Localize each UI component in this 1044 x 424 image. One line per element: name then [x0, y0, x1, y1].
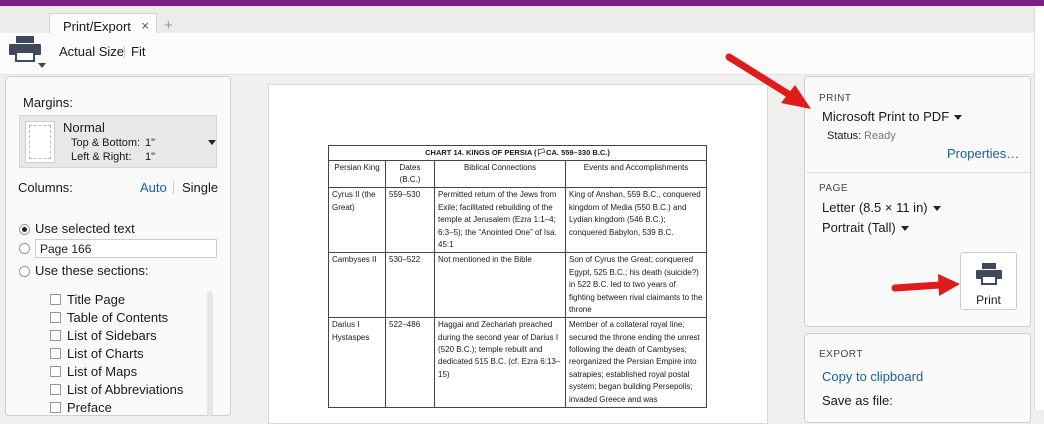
use-sections-radio[interactable]: [19, 266, 30, 277]
columns-label: Columns:: [18, 180, 73, 195]
print-button-label: Print: [976, 293, 1001, 307]
table-row: Cyrus II (the Great) 559–530 Permitted r…: [328, 187, 707, 254]
orientation-value: Portrait (Tall): [822, 220, 896, 235]
printer-icon[interactable]: [8, 27, 42, 63]
columns-divider: [173, 181, 174, 194]
table-cell: 522–486: [385, 317, 435, 409]
print-button[interactable]: Print: [960, 252, 1017, 310]
print-preview-page: CHART 14. KINGS OF PERSIA (🏳CA. 559–330 …: [268, 84, 768, 424]
paper-size-value: Letter (8.5 × 11 in): [822, 200, 928, 215]
table-row: Cambyses II 530–522 Not mentioned in the…: [328, 252, 707, 319]
chevron-down-icon: [954, 115, 963, 121]
printer-icon: [976, 263, 1002, 285]
table-cell: Cambyses II: [328, 252, 386, 319]
section-checkbox[interactable]: [50, 330, 61, 341]
save-as-file-label: Save as file:: [822, 393, 893, 408]
table-cell: 559–530: [385, 187, 435, 254]
table-cell: 530–522: [385, 252, 435, 319]
copy-to-clipboard-link[interactable]: Copy to clipboard: [822, 369, 923, 384]
table-header: Events and Accomplishments: [565, 159, 707, 189]
columns-auto-option[interactable]: Auto: [140, 180, 167, 195]
chevron-down-icon: [208, 140, 216, 145]
top-bottom-value: 1": [145, 137, 156, 149]
table-cell: Not mentioned in the Bible: [434, 252, 566, 319]
status-label: Status:: [827, 130, 862, 142]
use-sections-label: Use these sections:: [35, 263, 149, 278]
table-row: Darius I Hystaspes 522–486 Haggai and Ze…: [328, 317, 707, 409]
section-label: List of Sidebars: [67, 328, 157, 343]
arrow-icon: [725, 53, 811, 109]
flag-icon: 🏳: [536, 148, 547, 157]
arrow-icon: [891, 274, 960, 296]
page-section-title: PAGE: [819, 183, 849, 194]
chart-title-dates: CA. 559–330 B.C.): [546, 148, 610, 157]
columns-single-option[interactable]: Single: [182, 180, 218, 195]
left-right-value: 1": [145, 151, 156, 163]
table-cell: Cyrus II (the Great): [328, 187, 386, 254]
properties-link[interactable]: Properties…: [947, 146, 1019, 161]
table-cell: Darius I Hystaspes: [328, 317, 386, 409]
section-label: List of Charts: [67, 346, 144, 361]
tab-strip: Print/Export × +: [0, 6, 1044, 39]
toolbar-divider: [124, 45, 125, 59]
margins-dropdown[interactable]: Normal Top & Bottom: 1" Left & Right: 1": [19, 115, 217, 168]
top-bottom-label: Top & Bottom:: [71, 137, 141, 149]
chart-title-text: CHART 14. KINGS OF PERSIA (: [425, 148, 537, 157]
page-range-input[interactable]: [35, 239, 217, 258]
table-header: Dates (B.C.): [385, 159, 435, 189]
margins-name: Normal: [63, 120, 105, 135]
chart-table: CHART 14. KINGS OF PERSIA (🏳CA. 559–330 …: [328, 145, 707, 409]
new-tab-icon[interactable]: +: [164, 17, 173, 34]
section-checkbox[interactable]: [50, 384, 61, 395]
section-label: List of Abbreviations: [67, 382, 184, 397]
table-header: Persian King: [328, 159, 386, 189]
fit-button[interactable]: Fit: [131, 44, 145, 59]
paper-size-select[interactable]: Letter (8.5 × 11 in): [822, 200, 941, 215]
section-checkbox[interactable]: [50, 366, 61, 377]
chevron-down-icon[interactable]: [38, 63, 46, 68]
left-right-label: Left & Right:: [71, 151, 132, 163]
close-icon[interactable]: ×: [141, 18, 149, 33]
use-selected-radio[interactable]: [19, 224, 30, 235]
status-value: Ready: [864, 130, 896, 142]
section-label: Preface: [67, 400, 112, 415]
page-radio[interactable]: [19, 243, 30, 254]
actual-size-button[interactable]: Actual Size: [59, 44, 124, 59]
margins-label: Margins:: [23, 95, 73, 110]
table-cell: Member of a collateral royal line; secur…: [565, 317, 707, 409]
section-checkbox[interactable]: [50, 402, 61, 413]
margins-thumbnail: [25, 121, 55, 163]
section-checkbox[interactable]: [50, 294, 61, 305]
chart-title: CHART 14. KINGS OF PERSIA (🏳CA. 559–330 …: [328, 145, 707, 161]
sections-scrollbar[interactable]: [207, 291, 213, 417]
toolbar: Actual Size Fit: [0, 33, 1044, 75]
printer-name: Microsoft Print to PDF: [822, 109, 950, 124]
table-cell: Haggai and Zechariah preached during the…: [434, 317, 566, 409]
section-label: Title Page: [67, 292, 126, 307]
table-cell: King of Anshan, 559 B.C., conquered king…: [565, 187, 707, 254]
section-divider: [806, 172, 1030, 173]
export-section-title: EXPORT: [819, 349, 863, 360]
options-panel: Margins: Normal Top & Bottom: 1" Left & …: [5, 76, 231, 417]
tab-label: Print/Export: [63, 19, 131, 34]
table-cell: Permitted return of the Jews from Exile;…: [434, 187, 566, 254]
section-checkbox[interactable]: [50, 348, 61, 359]
chevron-down-icon: [932, 206, 941, 212]
table-header: Biblical Connections: [434, 159, 566, 189]
table-cell: Son of Cyrus the Great; conquered Egypt,…: [565, 252, 707, 319]
use-selected-label: Use selected text: [35, 221, 135, 236]
side-strip: [1034, 6, 1044, 410]
section-label: Table of Contents: [67, 310, 169, 325]
chevron-down-icon: [900, 226, 909, 232]
section-checkbox[interactable]: [50, 312, 61, 323]
orientation-select[interactable]: Portrait (Tall): [822, 220, 909, 235]
printer-select[interactable]: Microsoft Print to PDF: [822, 109, 963, 124]
section-label: List of Maps: [67, 364, 138, 379]
